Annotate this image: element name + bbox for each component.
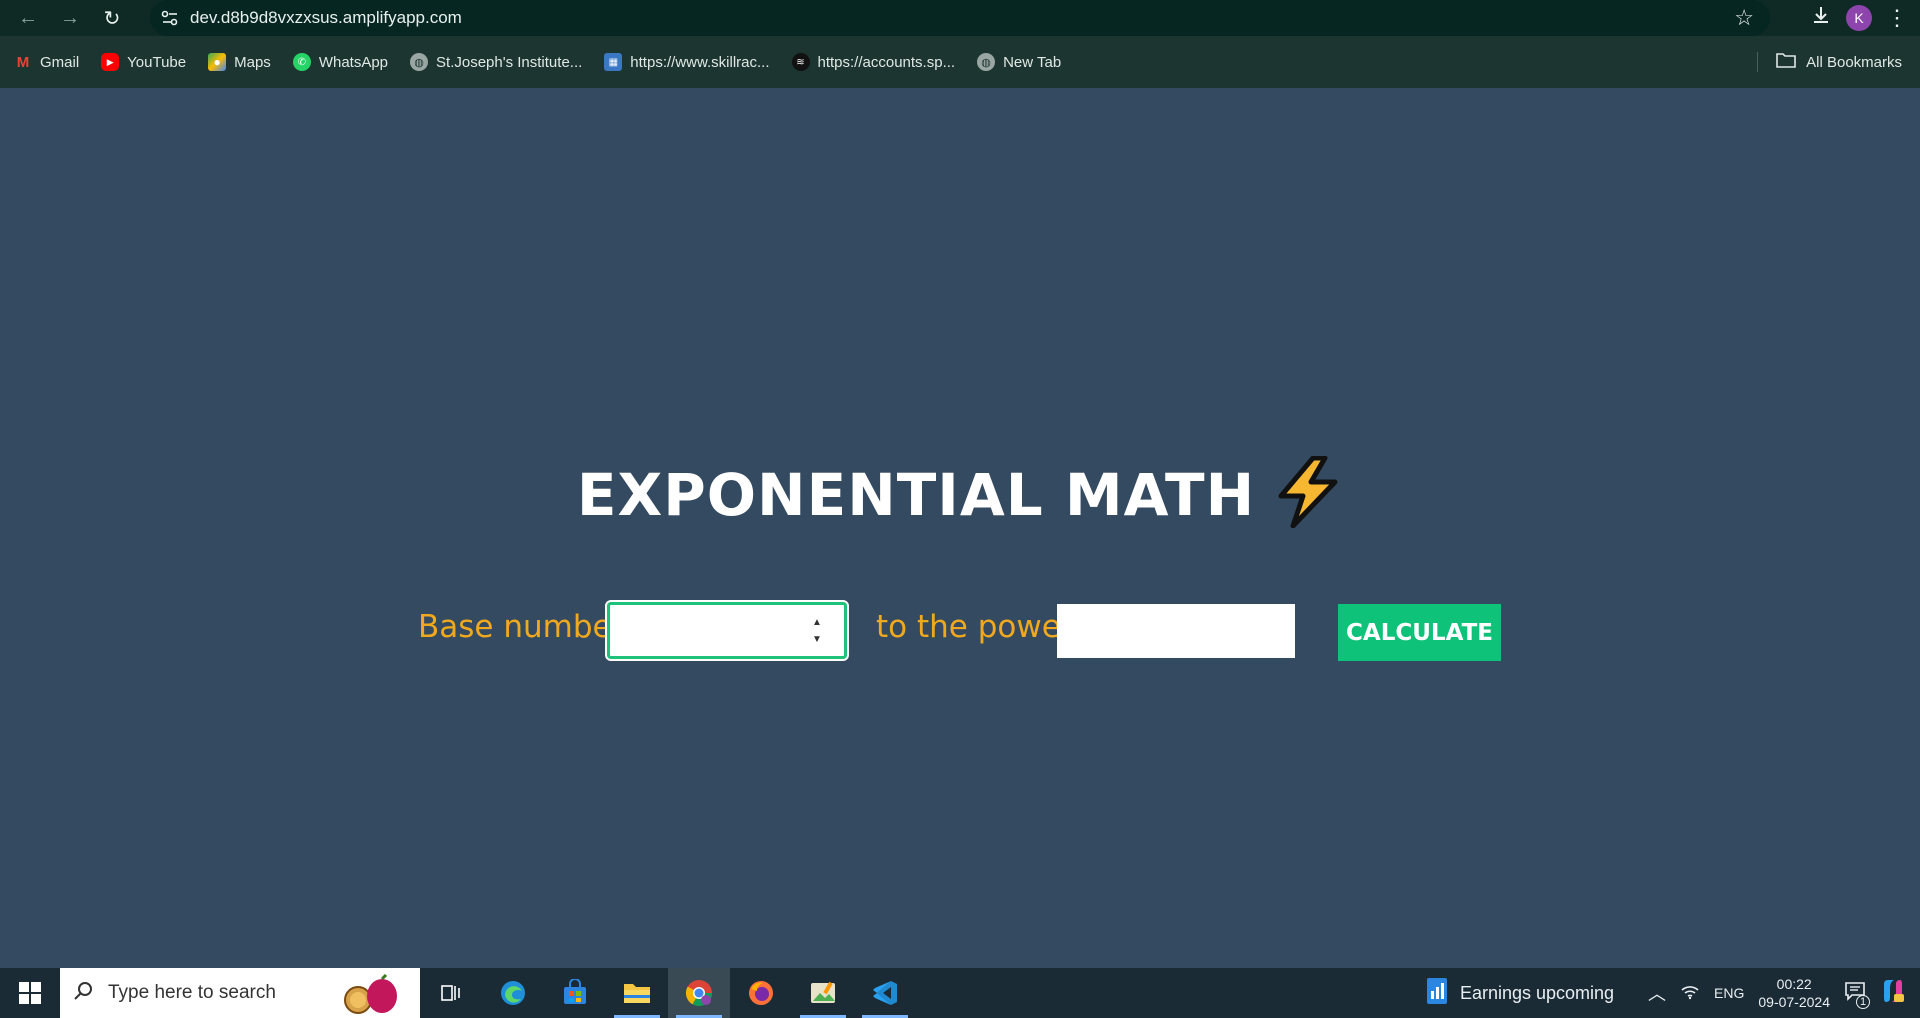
copilot-icon[interactable] xyxy=(1880,978,1906,1009)
address-bar[interactable]: dev.d8b9d8vxzxsus.amplifyapp.com ☆ xyxy=(150,0,1770,36)
back-button[interactable]: ← xyxy=(12,2,44,34)
bookmark-label: WhatsApp xyxy=(318,53,389,71)
firefox-browser-icon[interactable] xyxy=(730,968,792,1018)
bookmark-label: YouTube xyxy=(127,53,187,71)
bookmark-skillrack[interactable]: ▦ https://www.skillrac... xyxy=(604,53,770,71)
notification-center-icon[interactable]: 1 xyxy=(1844,980,1870,1009)
clock-date: 09-07-2024 xyxy=(1758,994,1830,1010)
lightning-bolt-icon xyxy=(1273,455,1343,542)
bookmark-gmail[interactable]: M Gmail xyxy=(14,53,79,71)
system-tray: Earnings upcoming ︿ ENG 00:22 09-07-2024… xyxy=(1426,968,1920,1018)
base-number-label: Base number: xyxy=(418,609,635,645)
bookmarks-bar: M Gmail ▶ YouTube ● Maps ✆ WhatsApp ◍ St… xyxy=(0,36,1920,88)
bookmark-star-icon[interactable]: ☆ xyxy=(1734,5,1754,31)
language-indicator[interactable]: ENG xyxy=(1714,985,1744,1001)
spinner-up-icon[interactable]: ▲ xyxy=(812,617,822,628)
spotify-icon: ≋ xyxy=(791,53,810,71)
news-text: Earnings upcoming xyxy=(1459,982,1615,1003)
search-highlight-fruit-icon xyxy=(340,973,402,1018)
browser-menu-icon[interactable]: ⋮ xyxy=(1886,7,1908,29)
file-explorer-icon[interactable] xyxy=(606,968,668,1018)
page-title-text: EXPONENTIAL MATH xyxy=(576,461,1256,530)
taskbar: Type here to search Earnings upcoming ︿ xyxy=(0,968,1920,1018)
bookmark-label: St.Joseph's Institute... xyxy=(436,53,583,71)
bookmark-label: https://accounts.sp... xyxy=(817,53,956,71)
number-spinner[interactable]: ▲ ▼ xyxy=(810,617,824,645)
calculate-button[interactable]: CALCULATE xyxy=(1338,604,1501,661)
whatsapp-icon: ✆ xyxy=(292,53,311,71)
news-widget[interactable]: Earnings upcoming xyxy=(1426,977,1614,1010)
gmail-icon: M xyxy=(16,53,30,71)
search-placeholder: Type here to search xyxy=(108,982,276,1003)
windows-start-button[interactable] xyxy=(0,968,60,1018)
bookmark-label: Gmail xyxy=(40,53,80,71)
download-icon[interactable] xyxy=(1810,4,1832,32)
power-input[interactable] xyxy=(1057,604,1295,658)
windows-logo-icon xyxy=(19,982,41,1004)
power-label: to the power xyxy=(876,609,1074,645)
vscode-icon[interactable] xyxy=(854,968,916,1018)
stock-chart-icon xyxy=(1426,977,1450,1010)
bookmark-label: New Tab xyxy=(1003,53,1062,71)
chrome-browser-icon[interactable] xyxy=(668,968,730,1018)
image-editor-icon[interactable] xyxy=(792,968,854,1018)
youtube-icon: ▶ xyxy=(101,53,120,71)
profile-avatar[interactable]: K xyxy=(1846,5,1872,31)
taskbar-search-box[interactable]: Type here to search xyxy=(60,968,420,1018)
clock-time: 00:22 xyxy=(1776,976,1812,992)
bookmark-maps[interactable]: ● Maps xyxy=(208,53,271,71)
all-bookmarks-label: All Bookmarks xyxy=(1806,53,1902,71)
browser-toolbar: ← → ↻ dev.d8b9d8vxzxsus.amplifyapp.com ☆… xyxy=(0,0,1920,36)
forward-button[interactable]: → xyxy=(54,2,86,34)
show-hidden-icons-chevron-icon[interactable]: ︿ xyxy=(1648,980,1666,1006)
edge-browser-icon[interactable] xyxy=(482,968,544,1018)
globe-icon: ◍ xyxy=(410,53,429,71)
bookmark-stjoseph[interactable]: ◍ St.Joseph's Institute... xyxy=(410,53,582,71)
globe-icon: ◍ xyxy=(977,53,996,71)
skillrack-icon: ▦ xyxy=(604,53,623,71)
bookmark-label: Maps xyxy=(234,53,271,71)
bookmark-whatsapp[interactable]: ✆ WhatsApp xyxy=(292,53,389,71)
bookmark-newtab[interactable]: ◍ New Tab xyxy=(977,53,1061,71)
site-info-icon[interactable] xyxy=(150,10,190,26)
spinner-down-icon[interactable]: ▼ xyxy=(812,634,822,645)
folder-icon xyxy=(1776,52,1796,72)
base-number-input[interactable]: ▲ ▼ xyxy=(605,600,849,661)
all-bookmarks-button[interactable]: All Bookmarks xyxy=(1776,36,1902,88)
url-text: dev.d8b9d8vxzxsus.amplifyapp.com xyxy=(190,8,462,27)
wifi-icon[interactable] xyxy=(1680,982,1700,1005)
bookmark-youtube[interactable]: ▶ YouTube xyxy=(101,53,186,71)
clock[interactable]: 00:22 09-07-2024 xyxy=(1758,975,1830,1011)
maps-icon: ● xyxy=(208,53,227,71)
reload-button[interactable]: ↻ xyxy=(96,2,128,34)
microsoft-store-icon[interactable] xyxy=(544,968,606,1018)
bookmark-spotify[interactable]: ≋ https://accounts.sp... xyxy=(791,53,956,71)
bookmark-label: https://www.skillrac... xyxy=(630,53,770,71)
task-view-icon[interactable] xyxy=(420,968,482,1018)
page-title: EXPONENTIAL MATH xyxy=(0,455,1920,542)
bookmarks-divider xyxy=(1757,52,1758,72)
notification-count-badge: 1 xyxy=(1856,994,1870,1009)
search-icon xyxy=(72,980,94,1007)
